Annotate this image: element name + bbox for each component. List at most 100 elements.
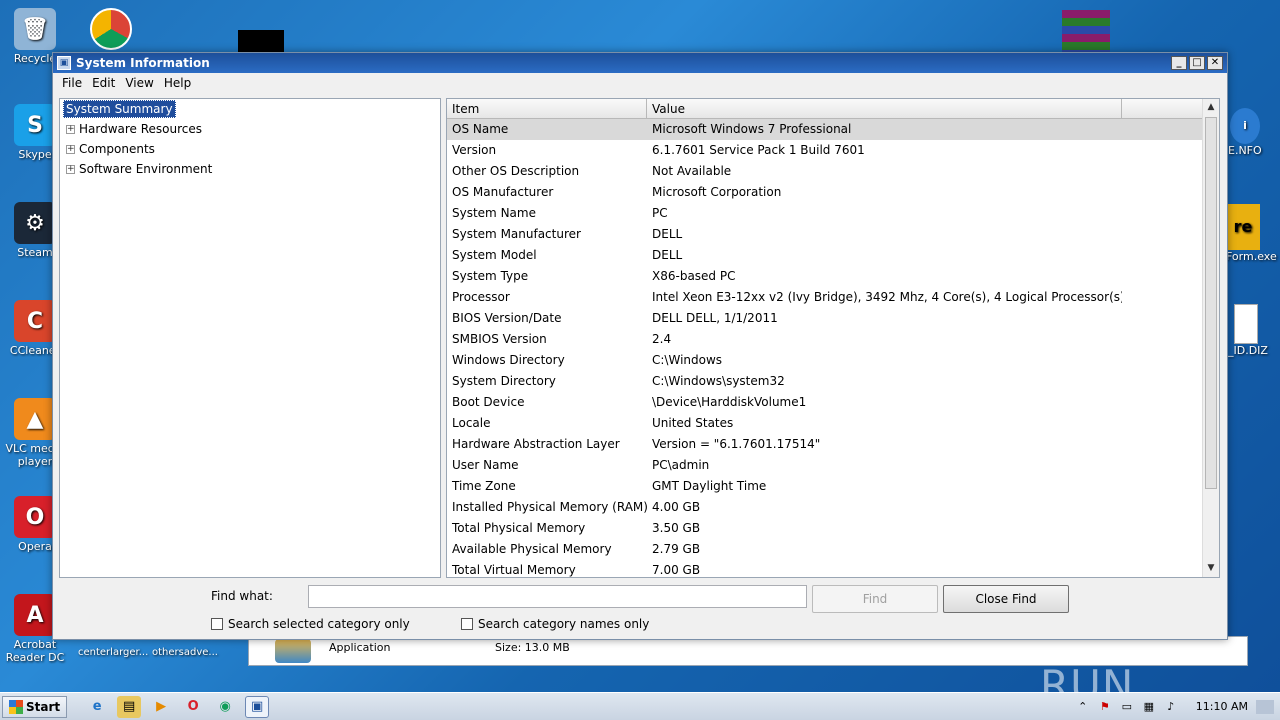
tree-node-software-environment[interactable]: + Software Environment [60,159,440,179]
system-info-taskbar-icon[interactable]: ▣ [245,695,270,718]
system-info-app-icon: ▣ [57,56,71,70]
expand-icon[interactable]: + [66,124,75,134]
list-row[interactable]: Processor Intel Xeon E3-12xx v2 (Ivy Brid… [447,287,1219,308]
volume-icon[interactable]: ♪ [1164,700,1178,714]
opera-icon-glyph: O [14,496,56,538]
list-row[interactable]: OS Manufacturer Microsoft Corporation [447,182,1219,203]
row-item-cell: OS Manufacturer [452,185,554,199]
opera-taskbar-icon[interactable]: O [181,696,205,718]
tree-node-label: Components [79,142,155,156]
row-item-cell: Total Virtual Memory [452,563,576,577]
menu-view[interactable]: View [120,76,158,90]
menu-bar: File Edit View Help [53,73,1227,93]
scrollbar-thumb[interactable] [1205,117,1217,489]
list-row[interactable]: OS Name Microsoft Windows 7 Professional [447,119,1219,140]
list-row[interactable]: System Directory C:\Windows\system32 [447,371,1219,392]
row-item-cell: BIOS Version/Date [452,311,562,325]
file-size-label: Size: 13.0 MB [495,641,570,654]
list-row[interactable]: BIOS Version/Date DELL DELL, 1/1/2011 [447,308,1219,329]
list-row[interactable]: Total Physical Memory 3.50 GB [447,518,1219,539]
show-hidden-icons-icon[interactable]: ⌃ [1076,700,1090,714]
list-row[interactable]: Other OS Description Not Available [447,161,1219,182]
row-value-cell: DELL DELL, 1/1/2011 [652,311,778,325]
row-item-cell: Boot Device [452,395,525,409]
search-category-names-checkbox[interactable]: Search category names only [461,617,649,631]
chrome-shortcut-icon[interactable] [90,8,132,50]
list-row[interactable]: Hardware Abstraction Layer Version = "6.1… [447,434,1219,455]
details-list: Item Value OS Name Microsoft Windows 7 Pr… [446,98,1220,578]
row-value-cell: C:\Windows [652,353,723,367]
scroll-down-arrow-icon[interactable]: ▼ [1203,560,1219,577]
list-row[interactable]: System Name PC [447,203,1219,224]
row-value-cell: 2.79 GB [652,542,701,556]
list-row[interactable]: Windows Directory C:\Windows [447,350,1219,371]
black-thumbnail-icon [238,30,284,52]
internet-explorer-icon[interactable]: e [85,696,109,718]
row-value-cell: 3.50 GB [652,521,701,535]
menu-help[interactable]: Help [159,76,196,90]
list-row[interactable]: System Manufacturer DELL [447,224,1219,245]
show-desktop-button[interactable] [1256,699,1274,714]
exe-file-icon[interactable]: re Form.exe [1226,204,1280,263]
action-center-icon[interactable]: ⚑ [1098,700,1112,714]
tree-node-hardware-resources[interactable]: + Hardware Resources [60,119,440,139]
row-item-cell: Time Zone [452,479,516,493]
close-button[interactable]: ✕ [1207,56,1223,70]
find-what-input[interactable] [308,585,807,608]
clock[interactable]: 11:10 AM [1196,700,1248,713]
row-value-cell: PC [652,206,668,220]
taskbar: Start e ▤ ▶ O ◉ ▣ ⌃ ⚑ ▭ ▦ ♪ 11:10 AM [0,692,1280,720]
column-header-value[interactable]: Value [647,99,1122,118]
list-row[interactable]: SMBIOS Version 2.4 [447,329,1219,350]
desktop-label-othersadve[interactable]: othersadve... [152,647,218,658]
menu-edit[interactable]: Edit [87,76,120,90]
row-value-cell: C:\Windows\system32 [652,374,785,388]
checkbox-label: Search category names only [478,617,650,631]
network-icon[interactable]: ▦ [1142,700,1156,714]
list-row[interactable]: User Name PC\admin [447,455,1219,476]
minimize-button[interactable]: _ [1171,56,1187,70]
search-selected-category-checkbox[interactable]: Search selected category only [211,617,410,631]
list-row[interactable]: Available Physical Memory 2.79 GB [447,539,1219,560]
list-row[interactable]: System Model DELL [447,245,1219,266]
display-icon[interactable]: ▭ [1120,700,1134,714]
find-button[interactable]: Find [812,585,938,613]
chrome-taskbar-icon[interactable]: ◉ [213,696,237,718]
menu-file[interactable]: File [57,76,87,90]
tree-node-components[interactable]: + Components [60,139,440,159]
winrar-icon[interactable] [1062,10,1110,52]
media-player-icon[interactable]: ▶ [149,696,173,718]
checkbox-box[interactable] [461,618,473,630]
list-rows: OS Name Microsoft Windows 7 Professional V… [447,119,1219,577]
expand-icon[interactable]: + [66,164,75,174]
vlc-icon-glyph: ▲ [14,398,56,440]
list-row[interactable]: Installed Physical Memory (RAM) 4.00 GB [447,497,1219,518]
application-file-icon [275,639,311,663]
close-find-button[interactable]: Close Find [943,585,1069,613]
row-item-cell: Hardware Abstraction Layer [452,437,620,451]
row-value-cell: 4.00 GB [652,500,701,514]
checkbox-box[interactable] [211,618,223,630]
list-row[interactable]: Version 6.1.7601 Service Pack 1 Build 760… [447,140,1219,161]
diz-file-icon[interactable]: _ID.DIZ [1228,304,1280,357]
list-row[interactable]: Total Virtual Memory 7.00 GB [447,560,1219,577]
start-button[interactable]: Start [2,695,68,718]
info-file-icon[interactable]: i E.NFO [1222,108,1280,157]
list-row[interactable]: System Type X86-based PC [447,266,1219,287]
row-value-cell: United States [652,416,734,430]
vertical-scrollbar[interactable]: ▲ ▼ [1202,99,1219,577]
maximize-button[interactable]: □ [1189,56,1205,70]
scroll-up-arrow-icon[interactable]: ▲ [1203,99,1219,116]
file-explorer-icon[interactable]: ▤ [117,695,142,718]
expand-icon[interactable]: + [66,144,75,154]
row-value-cell: Not Available [652,164,732,178]
list-row[interactable]: Locale United States [447,413,1219,434]
list-row[interactable]: Boot Device \Device\HarddiskVolume1 [447,392,1219,413]
list-row[interactable]: Time Zone GMT Daylight Time [447,476,1219,497]
tree-node-system-summary[interactable]: System Summary [60,99,440,119]
title-bar[interactable]: ▣ System Information _ □ ✕ [53,53,1227,73]
tree-node-label: Hardware Resources [79,122,203,136]
desktop-label-centerlarger[interactable]: centerlarger... [78,647,148,658]
system-information-window: ▣ System Information _ □ ✕ File Edit Vie… [52,52,1228,640]
column-header-item[interactable]: Item [447,99,647,118]
